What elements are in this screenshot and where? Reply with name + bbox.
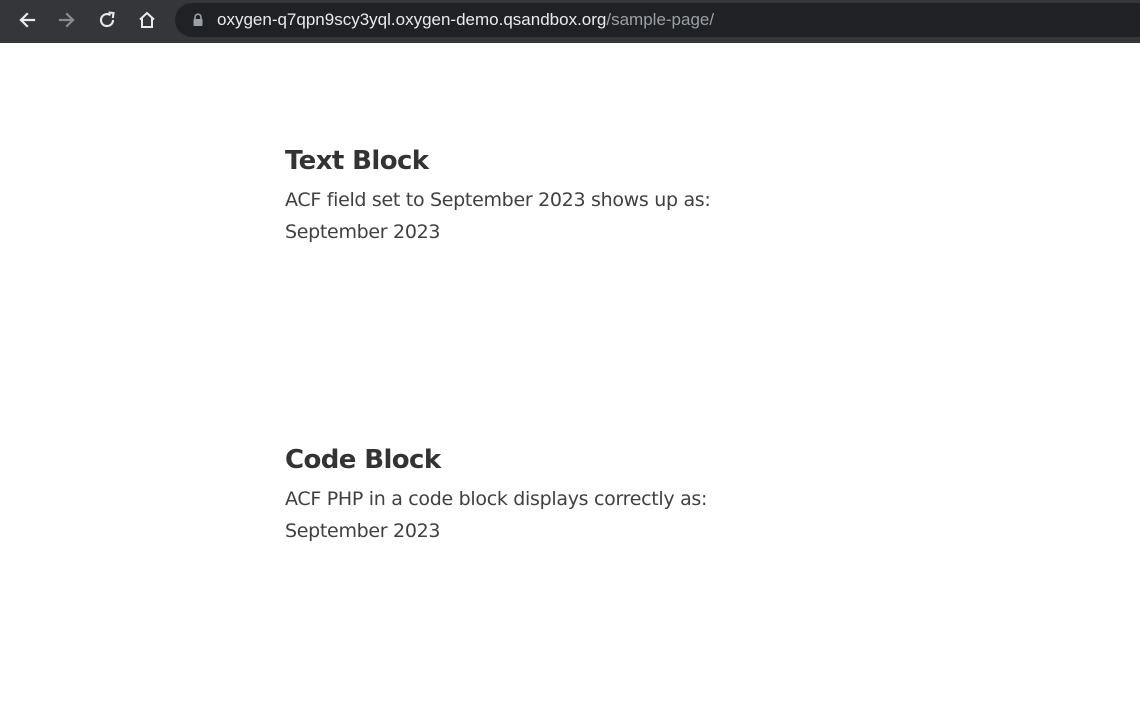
reload-icon [100, 11, 115, 28]
text-block-heading: Text Block [285, 146, 429, 176]
text-block-section: Text Block ACF field set to September 20… [285, 142, 985, 248]
arrow-right-icon [58, 12, 75, 28]
code-block-paragraph: ACF PHP in a code block displays correct… [285, 483, 985, 547]
text-block-description: ACF field set to September 2023 shows up… [285, 189, 711, 211]
url-text[interactable]: oxygen-q7qpn9scy3yql.oxygen-demo.qsandbo… [217, 10, 714, 30]
home-icon [139, 11, 155, 28]
url-host: oxygen-q7qpn9scy3yql.oxygen-demo.qsandbo… [217, 10, 607, 29]
forward-button[interactable] [52, 5, 82, 35]
arrow-left-icon [19, 12, 36, 28]
address-bar[interactable]: oxygen-q7qpn9scy3yql.oxygen-demo.qsandbo… [175, 3, 1140, 37]
lock-icon[interactable] [191, 13, 205, 27]
home-button[interactable] [132, 5, 162, 35]
text-block-value: September 2023 [285, 221, 441, 243]
code-block-description: ACF PHP in a code block displays correct… [285, 488, 708, 510]
back-button[interactable] [12, 5, 42, 35]
code-block-heading: Code Block [285, 445, 441, 475]
browser-toolbar: oxygen-q7qpn9scy3yql.oxygen-demo.qsandbo… [0, 0, 1140, 43]
reload-button[interactable] [92, 5, 122, 35]
text-block-paragraph: ACF field set to September 2023 shows up… [285, 184, 985, 248]
url-path: /sample-page/ [606, 10, 715, 29]
code-block-section: Code Block ACF PHP in a code block displ… [285, 441, 985, 547]
code-block-value: September 2023 [285, 520, 441, 542]
